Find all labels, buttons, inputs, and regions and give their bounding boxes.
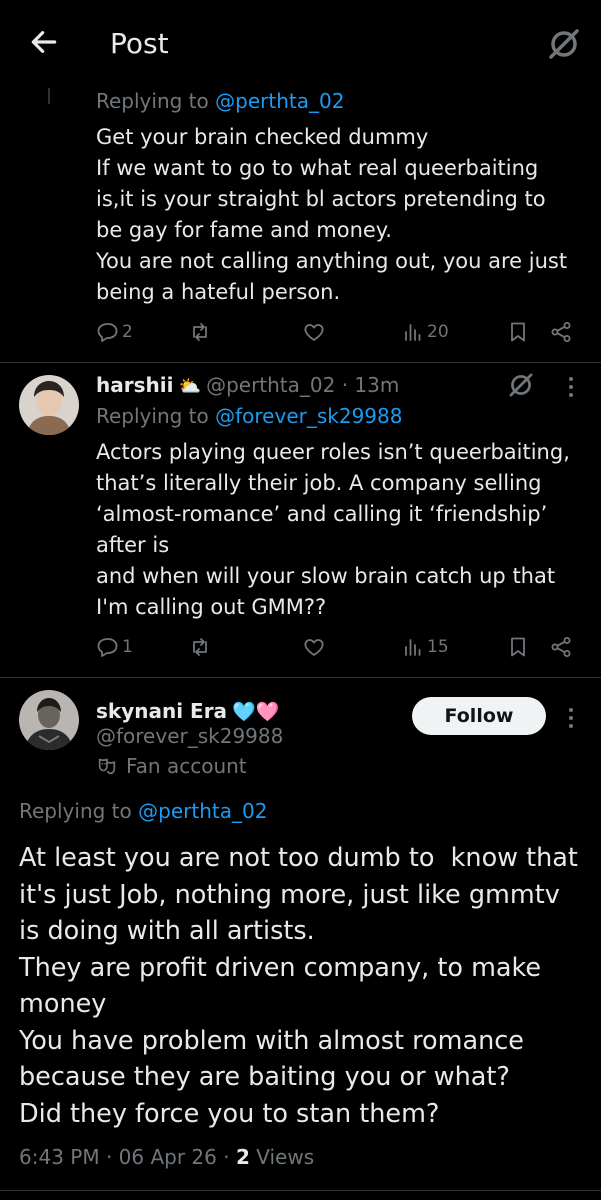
reply-icon	[97, 638, 118, 657]
views-icon	[405, 324, 421, 341]
heart-emojis: 🩵🩷	[232, 701, 280, 723]
thread-connector-line	[48, 88, 50, 104]
theater-mask-icon	[98, 758, 116, 775]
repost-button[interactable]	[188, 317, 212, 347]
more-icon[interactable]	[561, 373, 581, 401]
follow-button[interactable]: Follow	[412, 697, 546, 735]
reply-count: 2	[122, 322, 133, 342]
replying-to-line: Replying to @perthta_02	[96, 89, 345, 113]
views-count: 20	[427, 322, 449, 342]
replying-to-handle-link[interactable]: @perthta_02	[215, 89, 344, 113]
post-timestamp-views: 6:43 PM · 06 Apr 26 · 2 Views	[19, 1145, 315, 1169]
repost-icon	[193, 638, 207, 656]
repost-icon	[193, 323, 207, 341]
more-icon[interactable]	[561, 704, 581, 732]
bookmark-icon	[511, 322, 525, 342]
top-bar: Post	[0, 0, 601, 88]
replying-to-handle-link[interactable]: @perthta_02	[138, 799, 267, 823]
handle-and-time: @perthta_02 · 13m	[206, 373, 400, 397]
views-icon	[405, 639, 421, 656]
weather-emoji: ⛅	[178, 376, 201, 397]
reply-count: 1	[122, 637, 133, 657]
avatar[interactable]	[19, 690, 79, 750]
views-count: 15	[427, 637, 449, 657]
display-name[interactable]: skynani Era	[96, 699, 227, 723]
like-button[interactable]	[302, 632, 326, 662]
repost-button[interactable]	[188, 632, 212, 662]
user-handle[interactable]: @forever_sk29988	[96, 724, 283, 748]
replying-to-line: Replying to @perthta_02	[19, 799, 268, 823]
share-button[interactable]	[549, 317, 573, 347]
back-arrow-icon[interactable]	[28, 26, 60, 58]
timestamp: 6:43 PM · 06 Apr 26 ·	[19, 1145, 236, 1169]
reply-button[interactable]: 1	[96, 632, 133, 662]
reply-icon	[97, 323, 118, 342]
divider	[0, 362, 601, 363]
like-icon	[304, 324, 324, 341]
divider	[0, 677, 601, 678]
bookmark-button[interactable]	[506, 632, 530, 662]
display-name[interactable]: harshii	[96, 373, 173, 397]
share-icon	[551, 637, 571, 657]
fan-account-label: Fan account	[96, 754, 247, 778]
grok-icon[interactable]	[507, 371, 535, 399]
like-button[interactable]	[302, 317, 326, 347]
page-title: Post	[110, 27, 169, 60]
views-count: 2	[235, 1145, 250, 1169]
action-bar: 2 20	[96, 317, 586, 347]
reply-button[interactable]: 2	[96, 317, 133, 347]
replying-to-handle-link[interactable]: @forever_sk29988	[215, 404, 402, 428]
replying-to-line: Replying to @forever_sk29988	[96, 404, 403, 428]
reply-text: Actors playing queer roles isn’t queerba…	[96, 440, 570, 619]
action-bar: 1 15	[96, 632, 586, 662]
bookmark-button[interactable]	[506, 317, 530, 347]
reply-text: Get your brain checked dummy If we want …	[96, 125, 568, 304]
post-text: At least you are not too dumb to know th…	[19, 843, 578, 1129]
like-icon	[304, 639, 324, 656]
post-header: skynani Era 🩵🩷	[96, 699, 279, 723]
bookmark-icon	[511, 637, 525, 657]
post-header: harshii ⛅ @perthta_02 · 13m	[96, 373, 399, 397]
grok-icon[interactable]	[546, 26, 582, 62]
views-button[interactable]: 15	[401, 632, 449, 662]
share-icon	[551, 322, 571, 342]
share-button[interactable]	[549, 632, 573, 662]
divider	[0, 1190, 601, 1191]
avatar[interactable]	[19, 375, 79, 435]
views-button[interactable]: 20	[401, 317, 449, 347]
